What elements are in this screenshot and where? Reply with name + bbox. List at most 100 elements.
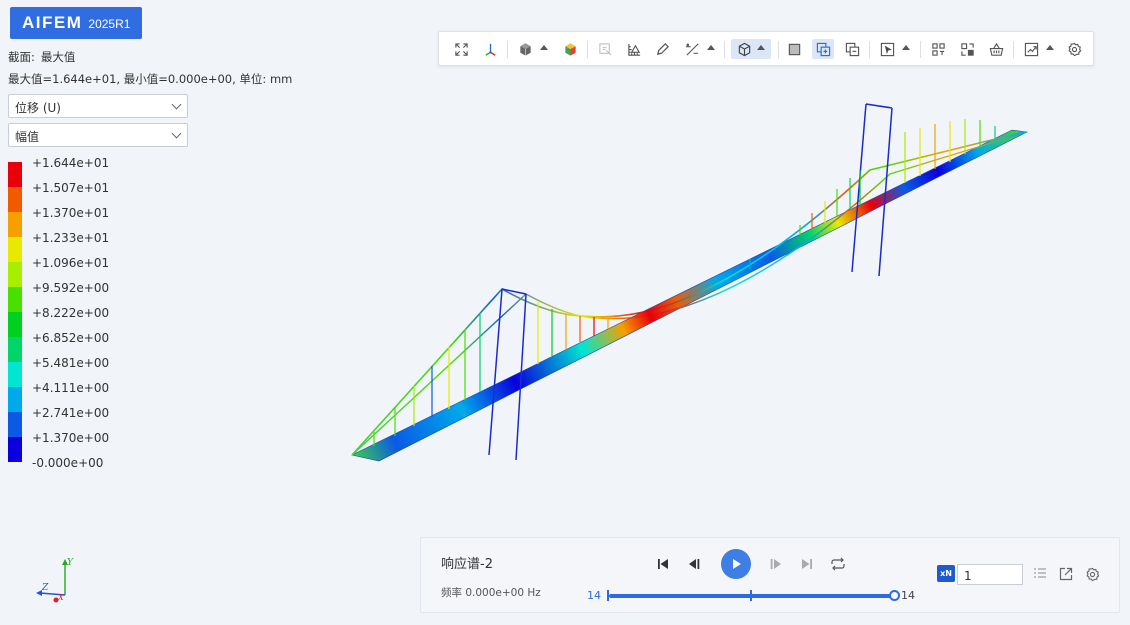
legend-swatch — [8, 362, 22, 387]
toolbar-divider — [724, 41, 725, 58]
loop-icon — [831, 557, 845, 571]
caret-up-icon[interactable] — [1046, 45, 1054, 50]
result-type-select[interactable]: 位移 (U) — [8, 94, 188, 118]
legend-swatch — [8, 212, 22, 237]
square-icon — [788, 43, 800, 55]
component-value: 幅值 — [15, 130, 40, 144]
export-animation-button[interactable] — [1055, 563, 1077, 585]
ruler-icon — [627, 43, 640, 56]
y-axis-label: Y — [67, 558, 74, 568]
export-icon — [1059, 567, 1073, 581]
pen-annotation-button[interactable] — [651, 39, 673, 59]
previous-frame-button[interactable] — [683, 553, 705, 575]
overlay-icon — [816, 42, 830, 56]
display-style-button[interactable] — [514, 39, 536, 59]
legend-swatch — [8, 387, 22, 412]
list-icon — [1034, 568, 1046, 578]
legend-swatch — [8, 162, 22, 187]
hanger-cables — [373, 119, 996, 446]
selection-mode-button[interactable] — [876, 39, 898, 59]
probe-button[interactable] — [594, 39, 616, 59]
expand-icon — [454, 42, 468, 56]
export-chart-icon — [1024, 42, 1038, 56]
caret-up-icon[interactable] — [707, 45, 715, 50]
split-icon — [960, 42, 974, 56]
last-frame-button[interactable] — [796, 553, 818, 575]
settings-button[interactable] — [1063, 39, 1085, 59]
speed-input[interactable] — [957, 564, 1023, 585]
coordinate-axes-button[interactable] — [479, 39, 501, 59]
toolbar-divider — [869, 41, 870, 58]
speed-multiplier-icon: xN — [937, 565, 955, 582]
legend-label: +8.222e+00 — [32, 306, 110, 320]
caret-up-icon[interactable] — [540, 45, 548, 50]
section-info: 截面: 最大值 — [8, 49, 75, 65]
legend-label: +4.111e+00 — [32, 381, 110, 395]
gear-icon — [1067, 42, 1081, 56]
range-info: 最大值=1.644e+01, 最小值=0.000e+00, 单位: mm — [8, 72, 293, 86]
slider-mid-tick — [750, 590, 752, 601]
grid-split-button[interactable] — [927, 39, 949, 59]
overlay-view-button[interactable] — [812, 39, 834, 59]
section-label: 截面: — [8, 50, 35, 64]
frame-list-button[interactable] — [1029, 563, 1051, 585]
legend-swatch — [8, 187, 22, 212]
toolbar-divider — [778, 41, 779, 58]
basket-icon — [989, 42, 1003, 56]
fill-mode-button[interactable] — [783, 39, 805, 59]
3d-viewport[interactable] — [280, 70, 1110, 530]
component-select[interactable]: 幅值 — [8, 123, 188, 147]
play-button[interactable] — [721, 549, 751, 579]
legend-swatch — [8, 312, 22, 337]
section-value: 最大值 — [40, 50, 76, 64]
skip-to-end-icon — [802, 559, 812, 569]
legend-label: +1.233e+01 — [32, 231, 110, 245]
legend-swatch — [8, 437, 22, 462]
legend-swatch — [8, 337, 22, 362]
compare-view-button[interactable] — [841, 39, 863, 59]
view-orientation-button[interactable] — [731, 39, 771, 59]
compare-icon — [845, 42, 859, 56]
step-back-icon — [689, 559, 700, 569]
player-settings-button[interactable] — [1081, 563, 1103, 585]
toolbar-divider — [507, 41, 508, 58]
bridge-deck — [351, 129, 1028, 462]
slider-handle[interactable] — [889, 590, 900, 601]
step-forward-icon — [770, 559, 781, 569]
play-icon — [733, 559, 741, 569]
next-frame-button[interactable] — [765, 553, 787, 575]
probe-icon — [598, 42, 611, 55]
caret-up-icon[interactable] — [902, 45, 910, 50]
fit-view-button[interactable] — [450, 39, 472, 59]
max-min-icon — [685, 43, 698, 55]
first-frame-button[interactable] — [652, 553, 674, 575]
bridge-model — [351, 103, 1028, 462]
app-logo: AIFEM 2025R1 — [10, 7, 142, 39]
ruler-button[interactable] — [623, 39, 645, 59]
grid-icon — [931, 42, 945, 56]
view-toolbar — [438, 31, 1094, 66]
legend-swatch — [8, 262, 22, 287]
caret-up-icon[interactable] — [757, 45, 765, 50]
split-view-button[interactable] — [956, 39, 978, 59]
select-cursor-icon — [880, 42, 894, 56]
legend-swatch — [8, 412, 22, 437]
legend-label: +1.370e+00 — [32, 431, 110, 445]
toolbar-divider — [920, 41, 921, 58]
player-title: 响应谱-2 — [441, 557, 493, 572]
shading-mode-button[interactable] — [559, 39, 581, 59]
legend-swatch — [8, 237, 22, 262]
slider-max-label: 14 — [901, 589, 915, 602]
legend-label: +1.644e+01 — [32, 156, 110, 170]
legend-label: +6.852e+00 — [32, 331, 110, 345]
export-image-button[interactable] — [1020, 39, 1042, 59]
loop-button[interactable] — [827, 553, 849, 575]
chevron-down-icon — [171, 128, 182, 139]
legend-label: +5.481e+00 — [32, 356, 110, 370]
frame-slider[interactable] — [609, 594, 895, 598]
max-min-label-button[interactable] — [681, 39, 703, 59]
basket-button[interactable] — [985, 39, 1007, 59]
axes-icon — [484, 43, 496, 56]
iso-cube-icon — [738, 42, 750, 56]
legend-label: +1.096e+01 — [32, 256, 110, 270]
